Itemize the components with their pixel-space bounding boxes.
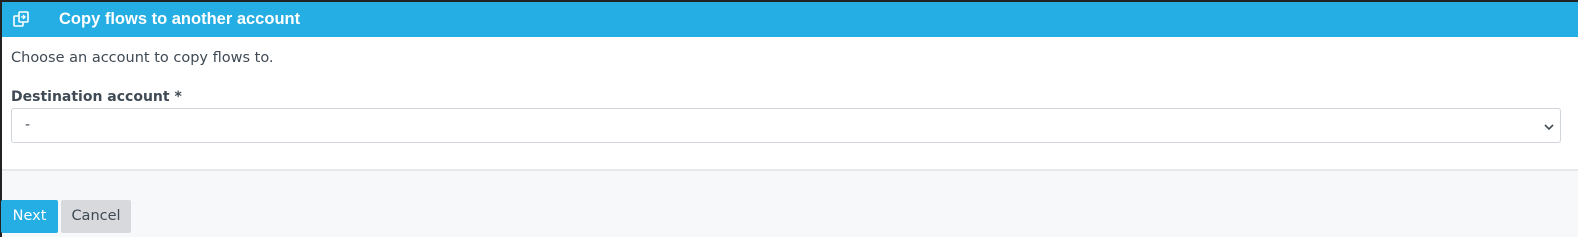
destination-account-value: - bbox=[25, 117, 31, 133]
destination-account-select[interactable]: - bbox=[11, 108, 1561, 143]
cancel-button[interactable]: Cancel bbox=[61, 200, 131, 233]
copy-icon bbox=[12, 10, 32, 30]
chevron-down-icon bbox=[1543, 120, 1555, 132]
intro-text: Choose an account to copy flows to. bbox=[11, 50, 274, 66]
dialog-footer: Next Cancel bbox=[1, 171, 1578, 237]
destination-account-label: Destination account * bbox=[11, 89, 182, 105]
next-button[interactable]: Next bbox=[1, 200, 58, 233]
dialog-header: Copy flows to another account bbox=[2, 2, 1578, 37]
dialog-title: Copy flows to another account bbox=[59, 10, 301, 28]
dialog-body: Choose an account to copy flows to. Dest… bbox=[2, 37, 1578, 170]
copy-flows-dialog: Copy flows to another account Choose an … bbox=[0, 0, 1578, 237]
